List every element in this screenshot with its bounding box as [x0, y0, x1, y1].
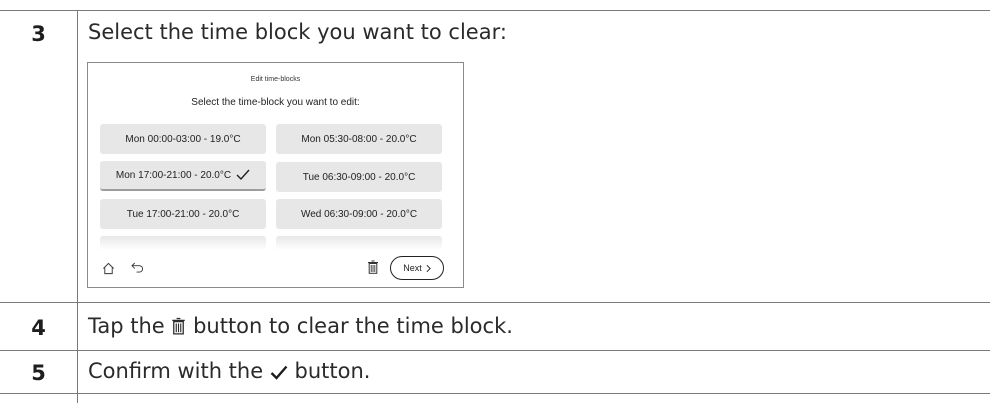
checkmark-icon — [270, 365, 288, 380]
checkmark-icon — [236, 169, 250, 181]
table-top-border — [0, 10, 990, 11]
time-block-partial — [100, 236, 266, 250]
time-block-partial — [276, 236, 442, 250]
time-block[interactable]: Wed 06:30-09:00 - 20.0°C — [276, 199, 442, 229]
step-text-before: Tap the — [88, 314, 165, 338]
time-block[interactable]: Mon 00:00-03:00 - 19.0°C — [100, 124, 266, 154]
step-number: 4 — [31, 316, 46, 340]
time-block-label: Mon 17:00-21:00 - 20.0°C — [115, 169, 232, 181]
next-button[interactable]: Next — [390, 256, 444, 280]
time-block[interactable]: Tue 06:30-09:00 - 20.0°C — [276, 162, 442, 192]
row-divider — [0, 350, 990, 351]
step-text-after: button. — [294, 359, 371, 383]
column-divider — [77, 10, 78, 403]
step-text-before: Confirm with the — [88, 359, 264, 383]
time-block-label: Mon 05:30-08:00 - 20.0°C — [301, 133, 417, 145]
time-block[interactable]: Mon 05:30-08:00 - 20.0°C — [276, 124, 442, 154]
step-text-after: button to clear the time block. — [193, 314, 513, 338]
step-text: Tap the button to clear the time block. — [88, 314, 513, 338]
time-block[interactable]: Tue 17:00-21:00 - 20.0°C — [100, 199, 266, 229]
screen-title: Edit time-blocks — [250, 76, 301, 83]
device-screen: Edit time-blocks Select the time-block y… — [87, 62, 464, 288]
screen-subtitle: Select the time-block you want to edit: — [191, 97, 360, 108]
trash-icon[interactable] — [367, 260, 379, 274]
trash-icon — [172, 317, 186, 335]
step-text: Confirm with the button. — [88, 359, 370, 383]
row-divider — [0, 302, 990, 303]
step-number: 3 — [31, 22, 46, 46]
time-block-label: Wed 06:30-09:00 - 20.0°C — [300, 208, 418, 220]
time-block-label: Mon 00:00-03:00 - 19.0°C — [125, 133, 241, 145]
row-divider — [0, 393, 990, 394]
step-number: 5 — [31, 361, 46, 385]
back-icon[interactable] — [131, 262, 144, 273]
step-text: Select the time block you want to clear: — [88, 20, 507, 44]
time-block-label: Tue 06:30-09:00 - 20.0°C — [302, 171, 416, 183]
home-icon[interactable] — [102, 262, 115, 275]
time-block-selected[interactable]: Mon 17:00-21:00 - 20.0°C — [100, 161, 266, 191]
next-button-label: Next — [403, 263, 422, 273]
time-block-label: Tue 17:00-21:00 - 20.0°C — [126, 208, 240, 220]
chevron-right-icon — [426, 264, 431, 272]
